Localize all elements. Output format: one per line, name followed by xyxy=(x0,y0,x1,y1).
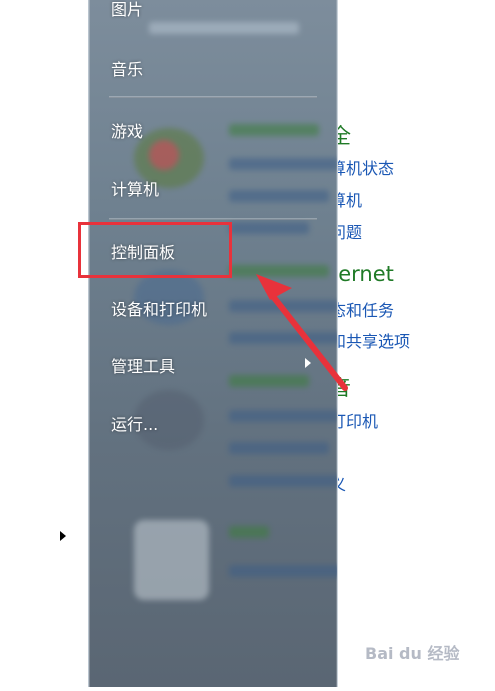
watermark-logo: Bai du 经验 xyxy=(365,644,460,663)
annotation-arrow-icon xyxy=(256,274,348,391)
